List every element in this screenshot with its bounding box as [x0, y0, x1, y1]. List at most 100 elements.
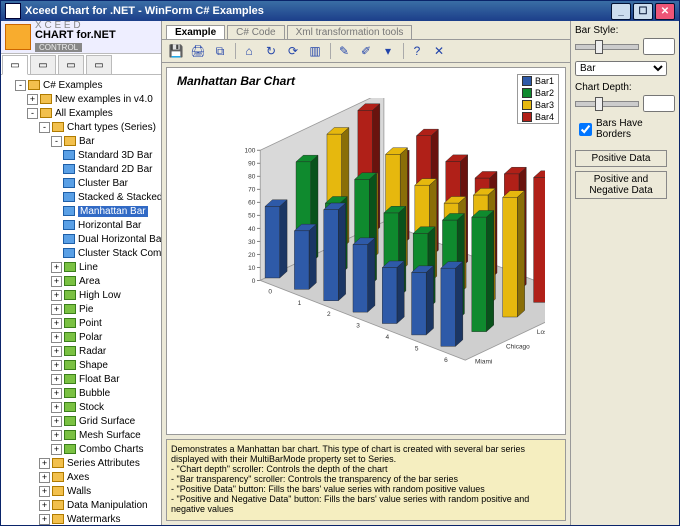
svg-text:60: 60: [248, 200, 256, 207]
center-panel: Example C# Code Xml transformation tools…: [162, 21, 570, 525]
tree-node[interactable]: +Combo Charts: [51, 443, 159, 457]
tab-code[interactable]: C# Code: [227, 25, 284, 39]
refresh-icon[interactable]: ↻: [261, 41, 281, 61]
desc-line: - "Bar transparency" scroller: Controls …: [171, 474, 561, 484]
copy-icon[interactable]: ⧉: [210, 41, 230, 61]
left-panel: X C E E D CHART for.NET CONTROL ▭ ▭ ▭ ▭ …: [1, 21, 162, 525]
tree-leaf[interactable]: Cluster Bar: [63, 177, 159, 191]
svg-text:10: 10: [248, 265, 256, 272]
tab-xml[interactable]: Xml transformation tools: [287, 25, 413, 39]
tree-node[interactable]: +Polar: [51, 331, 159, 345]
save-icon[interactable]: 💾: [166, 41, 186, 61]
tree-node[interactable]: +Area: [51, 275, 159, 289]
svg-text:2: 2: [327, 311, 331, 318]
svg-text:Los Angeles: Los Angeles: [537, 329, 545, 336]
slider-thumb-icon[interactable]: [595, 40, 603, 54]
tree-tab-3[interactable]: ▭: [58, 55, 84, 75]
chart-title: Manhattan Bar Chart: [177, 74, 295, 88]
window-title: Xceed Chart for .NET - WinForm C# Exampl…: [25, 5, 264, 17]
desc-line: - "Positive and Negative Data" button: F…: [171, 494, 561, 514]
tree-node[interactable]: +Line: [51, 261, 159, 275]
edit-icon[interactable]: ✐: [356, 41, 376, 61]
bars-borders-checkbox[interactable]: [579, 123, 592, 136]
example-tree[interactable]: -C# Examples+New examples in v4.0-All Ex…: [1, 75, 161, 525]
svg-text:5: 5: [415, 345, 419, 352]
tree-tab-2[interactable]: ▭: [30, 55, 56, 75]
tree-node[interactable]: +Watermarks: [39, 513, 159, 525]
tree-node[interactable]: +Stock: [51, 401, 159, 415]
brand-line2: CHART for.NET: [35, 30, 116, 41]
svg-text:50: 50: [248, 213, 256, 220]
help-icon[interactable]: ?: [407, 41, 427, 61]
bar-style-label: Bar Style:: [575, 25, 675, 36]
dropdown-icon[interactable]: ▾: [378, 41, 398, 61]
chart-icon[interactable]: ▥: [305, 41, 325, 61]
svg-text:100: 100: [244, 148, 255, 155]
svg-text:Miami: Miami: [475, 358, 492, 365]
titlebar: Xceed Chart for .NET - WinForm C# Exampl…: [1, 1, 679, 21]
maximize-button[interactable]: ☐: [633, 3, 653, 20]
svg-text:6: 6: [444, 357, 448, 364]
close-button[interactable]: ✕: [655, 3, 675, 20]
positive-data-button[interactable]: Positive Data: [575, 150, 667, 167]
tree-node[interactable]: +Axes: [39, 471, 159, 485]
expander-icon[interactable]: -: [15, 80, 26, 91]
chart-toolbar: 💾🖨⧉ ⌂↻⟳▥ ✎✐▾?✕: [162, 40, 570, 63]
tree-node[interactable]: +Float Bar: [51, 373, 159, 387]
svg-text:0: 0: [252, 278, 256, 285]
tree-leaf[interactable]: Dual Horizontal Bar: [63, 233, 159, 247]
center-tabs: Example C# Code Xml transformation tools: [162, 21, 570, 40]
right-panel: Bar Style: Bar Chart Depth: Bars Have Bo…: [570, 21, 679, 525]
bar-style-slider[interactable]: [575, 44, 639, 50]
chart-depth-slider[interactable]: [575, 101, 639, 107]
tree-tabstrip: ▭ ▭ ▭ ▭: [1, 54, 161, 75]
tree-leaf[interactable]: Manhattan Bar: [63, 205, 159, 219]
bars-borders-label: Bars Have Borders: [596, 118, 675, 140]
tree-node[interactable]: +Grid Surface: [51, 415, 159, 429]
tree-node[interactable]: +Radar: [51, 345, 159, 359]
chart-depth-value[interactable]: [643, 95, 675, 112]
chart-svg: 01020304050607080901000123456MiamiChicag…: [187, 98, 545, 414]
app-icon: [5, 3, 21, 19]
svg-text:20: 20: [248, 252, 256, 259]
bar-style-select[interactable]: Bar: [575, 61, 667, 76]
svg-text:1: 1: [298, 300, 302, 307]
svg-text:80: 80: [248, 174, 256, 181]
brand-logo-icon: [5, 24, 31, 50]
tree-leaf[interactable]: Cluster Stack Combination: [63, 247, 159, 261]
desc-line: - "Positive Data" button: Fills the bars…: [171, 484, 561, 494]
tree-tab-1[interactable]: ▭: [2, 55, 28, 75]
tree-node[interactable]: +Point: [51, 317, 159, 331]
tree-leaf[interactable]: Standard 2D Bar: [63, 163, 159, 177]
close-icon[interactable]: ✕: [429, 41, 449, 61]
svg-text:70: 70: [248, 187, 256, 194]
tree-node[interactable]: +Pie: [51, 303, 159, 317]
tree-node[interactable]: +Series Attributes: [39, 457, 159, 471]
svg-text:0: 0: [268, 288, 272, 295]
bar-style-value[interactable]: [643, 38, 675, 55]
tree-node[interactable]: +Bubble: [51, 387, 159, 401]
tree-leaf[interactable]: Stacked & Stacked% Bar: [63, 191, 159, 205]
tree-leaf[interactable]: Standard 3D Bar: [63, 149, 159, 163]
tab-example[interactable]: Example: [166, 25, 225, 39]
tree-node[interactable]: +Mesh Surface: [51, 429, 159, 443]
minimize-button[interactable]: _: [611, 3, 631, 20]
svg-text:30: 30: [248, 239, 256, 246]
positive-negative-data-button[interactable]: Positive and Negative Data: [575, 171, 667, 199]
chart-area[interactable]: Manhattan Bar Chart Bar1Bar2Bar3Bar4 010…: [166, 67, 566, 435]
tool-icon[interactable]: ✎: [334, 41, 354, 61]
svg-text:Chicago: Chicago: [506, 344, 530, 351]
svg-text:3: 3: [356, 323, 360, 330]
svg-text:40: 40: [248, 226, 256, 233]
rotate-icon[interactable]: ⟳: [283, 41, 303, 61]
tree-leaf[interactable]: Horizontal Bar: [63, 219, 159, 233]
tree-node[interactable]: +Walls: [39, 485, 159, 499]
tree-node[interactable]: +Shape: [51, 359, 159, 373]
tree-tab-4[interactable]: ▭: [86, 55, 112, 75]
desc-line: Demonstrates a Manhattan bar chart. This…: [171, 444, 561, 464]
tree-node[interactable]: +High Low: [51, 289, 159, 303]
home-icon[interactable]: ⌂: [239, 41, 259, 61]
print-icon[interactable]: 🖨: [188, 41, 208, 61]
slider-thumb-icon[interactable]: [595, 97, 603, 111]
tree-node[interactable]: +Data Manipulation: [39, 499, 159, 513]
